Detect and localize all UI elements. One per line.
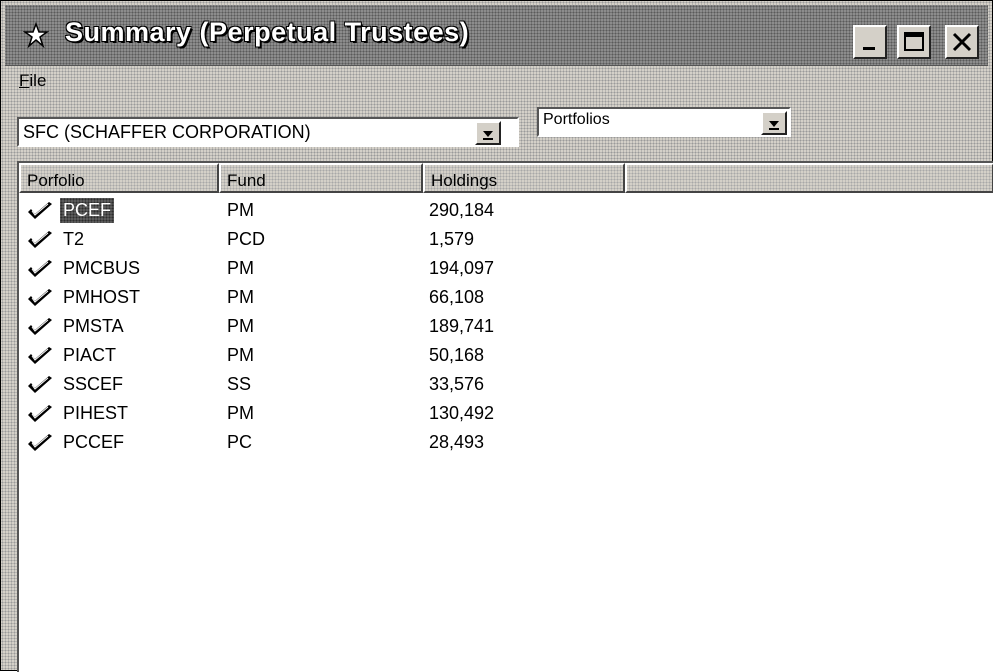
table-row[interactable]: PCEF PM 290,184	[19, 196, 979, 225]
menu-bar: File	[17, 69, 988, 97]
fund-cell: PM	[227, 200, 254, 220]
title-bar[interactable]: Summary (Perpetual Trustees)	[5, 5, 988, 66]
fund-cell: PM	[227, 258, 254, 278]
checkmark-icon	[27, 404, 53, 424]
portfolio-cell: PIACT	[63, 345, 117, 365]
checkmark-icon	[27, 230, 53, 250]
menu-file-label: ile	[29, 71, 47, 90]
portfolio-cell: PMSTA	[63, 316, 124, 336]
fund-cell: PCD	[227, 229, 266, 249]
fund-cell: PM	[227, 345, 254, 365]
company-select[interactable]: SFC (SCHAFFER CORPORATION)	[17, 117, 519, 147]
chevron-down-icon	[483, 131, 493, 140]
maximize-button[interactable]	[897, 25, 931, 59]
portfolio-list[interactable]: Porfolio Fund Holdings PCEF PM 290,184 T2 PC…	[17, 161, 993, 672]
company-select-value: SFC (SCHAFFER CORPORATION)	[23, 122, 311, 142]
portfolio-cell: PCCEF	[63, 432, 125, 452]
table-row[interactable]: PIHEST PM 130,492	[19, 399, 979, 428]
holdings-cell: 189,741	[429, 316, 495, 336]
portfolio-cell: PIHEST	[63, 403, 129, 423]
column-header-portfolio[interactable]: Porfolio	[19, 163, 219, 193]
fund-cell: SS	[227, 374, 252, 394]
holdings-cell: 66,108	[429, 287, 485, 307]
holdings-cell: 1,579	[429, 229, 475, 249]
table-row[interactable]: PMSTA PM 189,741	[19, 312, 979, 341]
holdings-cell: 290,184	[429, 200, 495, 220]
checkmark-icon	[27, 317, 53, 337]
window-title: Summary (Perpetual Trustees)	[65, 17, 470, 47]
holdings-cell: 50,168	[429, 345, 485, 365]
view-select-value: Portfolios	[543, 111, 610, 128]
fund-cell: PM	[227, 403, 254, 423]
column-header-fund[interactable]: Fund	[219, 163, 423, 193]
column-header-holdings[interactable]: Holdings	[423, 163, 625, 193]
close-button[interactable]	[945, 25, 979, 59]
list-header: Porfolio Fund Holdings	[19, 163, 993, 193]
table-row[interactable]: T2 PCD 1,579	[19, 225, 979, 254]
portfolio-cell: T2	[63, 229, 85, 249]
table-row[interactable]: PMCBUS PM 194,097	[19, 254, 979, 283]
table-row[interactable]: PMHOST PM 66,108	[19, 283, 979, 312]
holdings-cell: 130,492	[429, 403, 495, 423]
checkmark-icon	[27, 346, 53, 366]
app-icon[interactable]	[22, 21, 50, 49]
summary-window: Summary (Perpetual Trustees) File SFC (S…	[0, 0, 993, 672]
view-dropdown-button[interactable]	[761, 111, 787, 135]
menu-file-mnemonic: F	[19, 71, 30, 90]
table-row[interactable]: PCCEF PC 28,493	[19, 428, 979, 457]
checkmark-icon	[27, 433, 53, 453]
holdings-cell: 28,493	[429, 432, 485, 452]
menu-file[interactable]: File	[19, 71, 46, 91]
column-header-empty	[625, 163, 993, 193]
portfolio-cell: PMCBUS	[63, 258, 141, 278]
portfolio-cell: PMHOST	[63, 287, 141, 307]
checkmark-icon	[27, 375, 53, 395]
holdings-cell: 194,097	[429, 258, 495, 278]
maximize-icon	[904, 32, 924, 51]
checkmark-icon	[27, 259, 53, 279]
close-icon	[952, 32, 972, 52]
fund-cell: PC	[227, 432, 253, 452]
minimize-button[interactable]	[853, 25, 887, 59]
fund-cell: PM	[227, 287, 254, 307]
table-row[interactable]: SSCEF SS 33,576	[19, 370, 979, 399]
fund-cell: PM	[227, 316, 254, 336]
view-select[interactable]: Portfolios	[537, 107, 791, 137]
table-row[interactable]: PIACT PM 50,168	[19, 341, 979, 370]
checkmark-icon	[27, 201, 53, 221]
checkmark-icon	[27, 288, 53, 308]
holdings-cell: 33,576	[429, 374, 485, 394]
portfolio-cell: PCEF	[60, 198, 115, 223]
portfolio-cell: SSCEF	[63, 374, 124, 394]
minimize-icon	[863, 47, 875, 50]
chevron-down-icon	[769, 121, 779, 130]
company-dropdown-button[interactable]	[475, 121, 501, 145]
